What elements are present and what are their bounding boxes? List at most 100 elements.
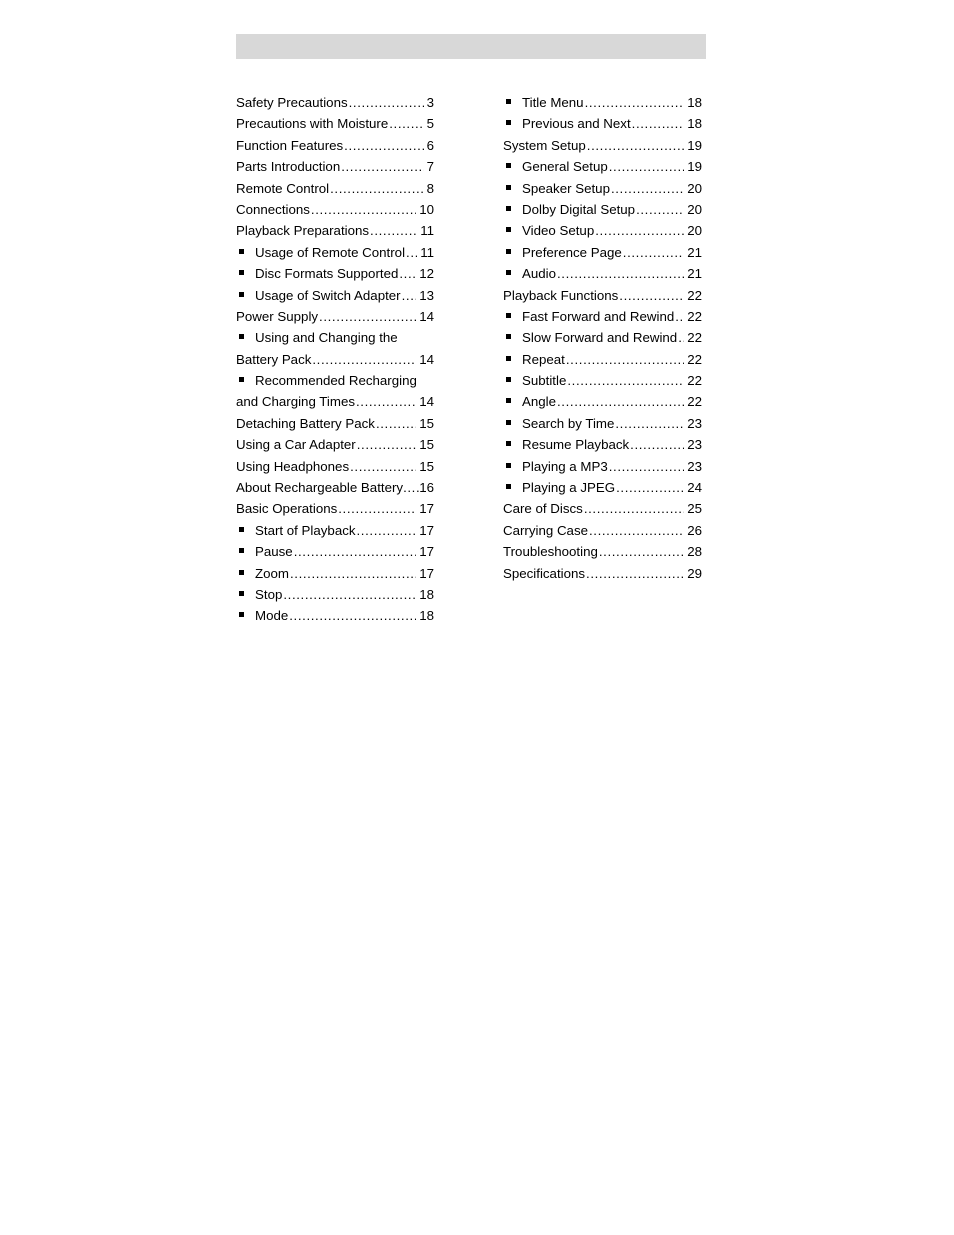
toc-entry[interactable]: Parts Introduction 7 — [236, 156, 434, 177]
toc-entry[interactable]: Preference Page 21 — [503, 242, 702, 263]
toc-entry[interactable]: Care of Discs 25 — [503, 498, 702, 519]
toc-entry[interactable]: Start of Playback 17 — [236, 520, 434, 541]
toc-page-number: 28 — [687, 544, 702, 560]
toc-entry-label: Audio — [522, 266, 557, 282]
toc-entry[interactable]: Repeat 22 — [503, 349, 702, 370]
toc-entry[interactable]: Using a Car Adapter 15 — [236, 434, 434, 455]
header-band — [236, 34, 706, 59]
black-square-bullet-icon — [506, 462, 511, 468]
dot-leader — [319, 306, 416, 327]
toc-entry-label: Playback Preparations — [236, 223, 370, 239]
toc-entry[interactable]: Safety Precautions 3 — [236, 92, 434, 113]
black-square-bullet-icon — [239, 548, 244, 554]
toc-entry[interactable]: Video Setup 20 — [503, 220, 702, 241]
toc-entry[interactable]: Playback Functions 22 — [503, 285, 702, 306]
toc-entry[interactable]: Speaker Setup 20 — [503, 178, 702, 199]
toc-page-number: 7 — [426, 159, 434, 175]
toc-entry[interactable]: Specifications 29 — [503, 563, 702, 584]
toc-entry[interactable]: Pause 17 — [236, 541, 434, 562]
toc-entry[interactable]: Basic Operations 17 — [236, 498, 434, 519]
dot-leader — [311, 199, 416, 220]
toc-entry[interactable]: Remote Control 8 — [236, 178, 434, 199]
toc-page-number: 8 — [426, 180, 434, 196]
toc-page-number: 5 — [426, 116, 434, 132]
toc-entry[interactable]: Subtitle 22 — [503, 370, 702, 391]
toc-entry-label: Repeat — [522, 351, 565, 367]
toc-entry[interactable]: Troubleshooting 28 — [503, 541, 702, 562]
toc-entry[interactable]: General Setup 19 — [503, 156, 702, 177]
black-square-bullet-icon — [506, 377, 511, 383]
black-square-bullet-icon — [239, 612, 244, 618]
toc-page-number: 20 — [687, 201, 702, 217]
toc-page-number: 24 — [687, 480, 702, 496]
toc-entry[interactable]: Connections 10 — [236, 199, 434, 220]
dot-leader — [557, 391, 684, 412]
toc-entry[interactable]: Usage of Switch Adapter 13 — [236, 285, 434, 306]
toc-entry[interactable]: Usage of Remote Control 11 — [236, 242, 434, 263]
toc-entry-label: Carrying Case — [503, 522, 588, 538]
dot-leader — [567, 370, 684, 391]
dot-leader — [586, 563, 684, 584]
toc-entry[interactable]: Search by Time 23 — [503, 413, 702, 434]
toc-entry[interactable]: Title Menu 18 — [503, 92, 702, 113]
toc-entry[interactable]: Disc Formats Supported 12 — [236, 263, 434, 284]
toc-entry[interactable]: Using and Changing the — [236, 327, 434, 348]
dot-leader — [557, 263, 684, 284]
toc-page-number: 17 — [419, 565, 434, 581]
toc-entry[interactable]: Power Supply 14 — [236, 306, 434, 327]
toc-entry-label: Playing a MP3 — [522, 458, 608, 474]
toc-entry-label: Stop — [255, 586, 283, 602]
toc-entry-label: Safety Precautions — [236, 95, 348, 110]
dot-leader — [589, 520, 684, 541]
toc-page-number: 23 — [687, 437, 702, 453]
toc-entry[interactable]: Playback Preparations 11 — [236, 220, 434, 241]
toc-entry[interactable]: Stop 18 — [236, 584, 434, 605]
dot-leader — [312, 349, 416, 370]
toc-entry[interactable]: and Charging Times 14 — [236, 391, 434, 412]
toc-entry-label: Basic Operations — [236, 501, 338, 517]
dot-leader — [595, 220, 684, 241]
toc-entry[interactable]: Battery Pack 14 — [236, 349, 434, 370]
dot-leader — [611, 178, 684, 199]
toc-entry-label: Usage of Switch Adapter — [255, 287, 401, 303]
toc-entry[interactable]: Fast Forward and Rewind 22 — [503, 306, 702, 327]
toc-left-column: Safety Precautions 3 Precautions with Mois… — [236, 92, 434, 627]
toc-entry-label: Battery Pack — [236, 351, 312, 367]
toc-entry[interactable]: About Rechargeable Battery 16 — [236, 477, 434, 498]
toc-entry[interactable]: Function Features 6 — [236, 135, 434, 156]
toc-entry[interactable]: Angle 22 — [503, 391, 702, 412]
dot-leader — [357, 520, 417, 541]
toc-entry-label: and Charging Times — [236, 394, 355, 410]
toc-entry[interactable]: Recommended Recharging — [236, 370, 434, 391]
toc-entry[interactable]: Dolby Digital Setup 20 — [503, 199, 702, 220]
toc-entry[interactable]: Precautions with Moisture 5 — [236, 113, 434, 134]
toc-entry[interactable]: Slow Forward and Rewind 22 — [503, 327, 702, 348]
toc-entry[interactable]: Zoom 17 — [236, 563, 434, 584]
toc-entry[interactable]: Using Headphones 15 — [236, 456, 434, 477]
toc-page-number: 25 — [687, 501, 702, 517]
black-square-bullet-icon — [239, 526, 244, 532]
toc-entry-label: Mode — [255, 608, 289, 624]
toc-page-number: 14 — [419, 394, 434, 410]
toc-entry-label: Detaching Battery Pack — [236, 415, 375, 431]
toc-page-number: 3 — [426, 95, 434, 110]
toc-entry-label: Using Headphones — [236, 458, 350, 474]
toc-entry-label: Zoom — [255, 565, 289, 581]
toc-entry[interactable]: Previous and Next 18 — [503, 113, 702, 134]
toc-entry[interactable]: Playing a JPEG 24 — [503, 477, 702, 498]
toc-right-column: Title Menu 18 Previous and Next 18 System Se… — [503, 92, 702, 584]
toc-entry[interactable]: Audio 21 — [503, 263, 702, 284]
toc-entry[interactable]: System Setup 19 — [503, 135, 702, 156]
toc-entry[interactable]: Detaching Battery Pack 15 — [236, 413, 434, 434]
toc-page-number: 18 — [419, 586, 434, 602]
toc-entry[interactable]: Mode 18 — [236, 605, 434, 626]
toc-entry[interactable]: Carrying Case 26 — [503, 520, 702, 541]
black-square-bullet-icon — [239, 291, 244, 297]
toc-entry[interactable]: Playing a MP3 23 — [503, 456, 702, 477]
toc-page-number: 22 — [687, 373, 702, 389]
toc-page-number: 17 — [419, 522, 434, 538]
toc-page-number: 18 — [419, 608, 434, 624]
toc-entry[interactable]: Resume Playback 23 — [503, 434, 702, 455]
toc-entry-label: Pause — [255, 544, 293, 560]
black-square-bullet-icon — [506, 184, 511, 190]
